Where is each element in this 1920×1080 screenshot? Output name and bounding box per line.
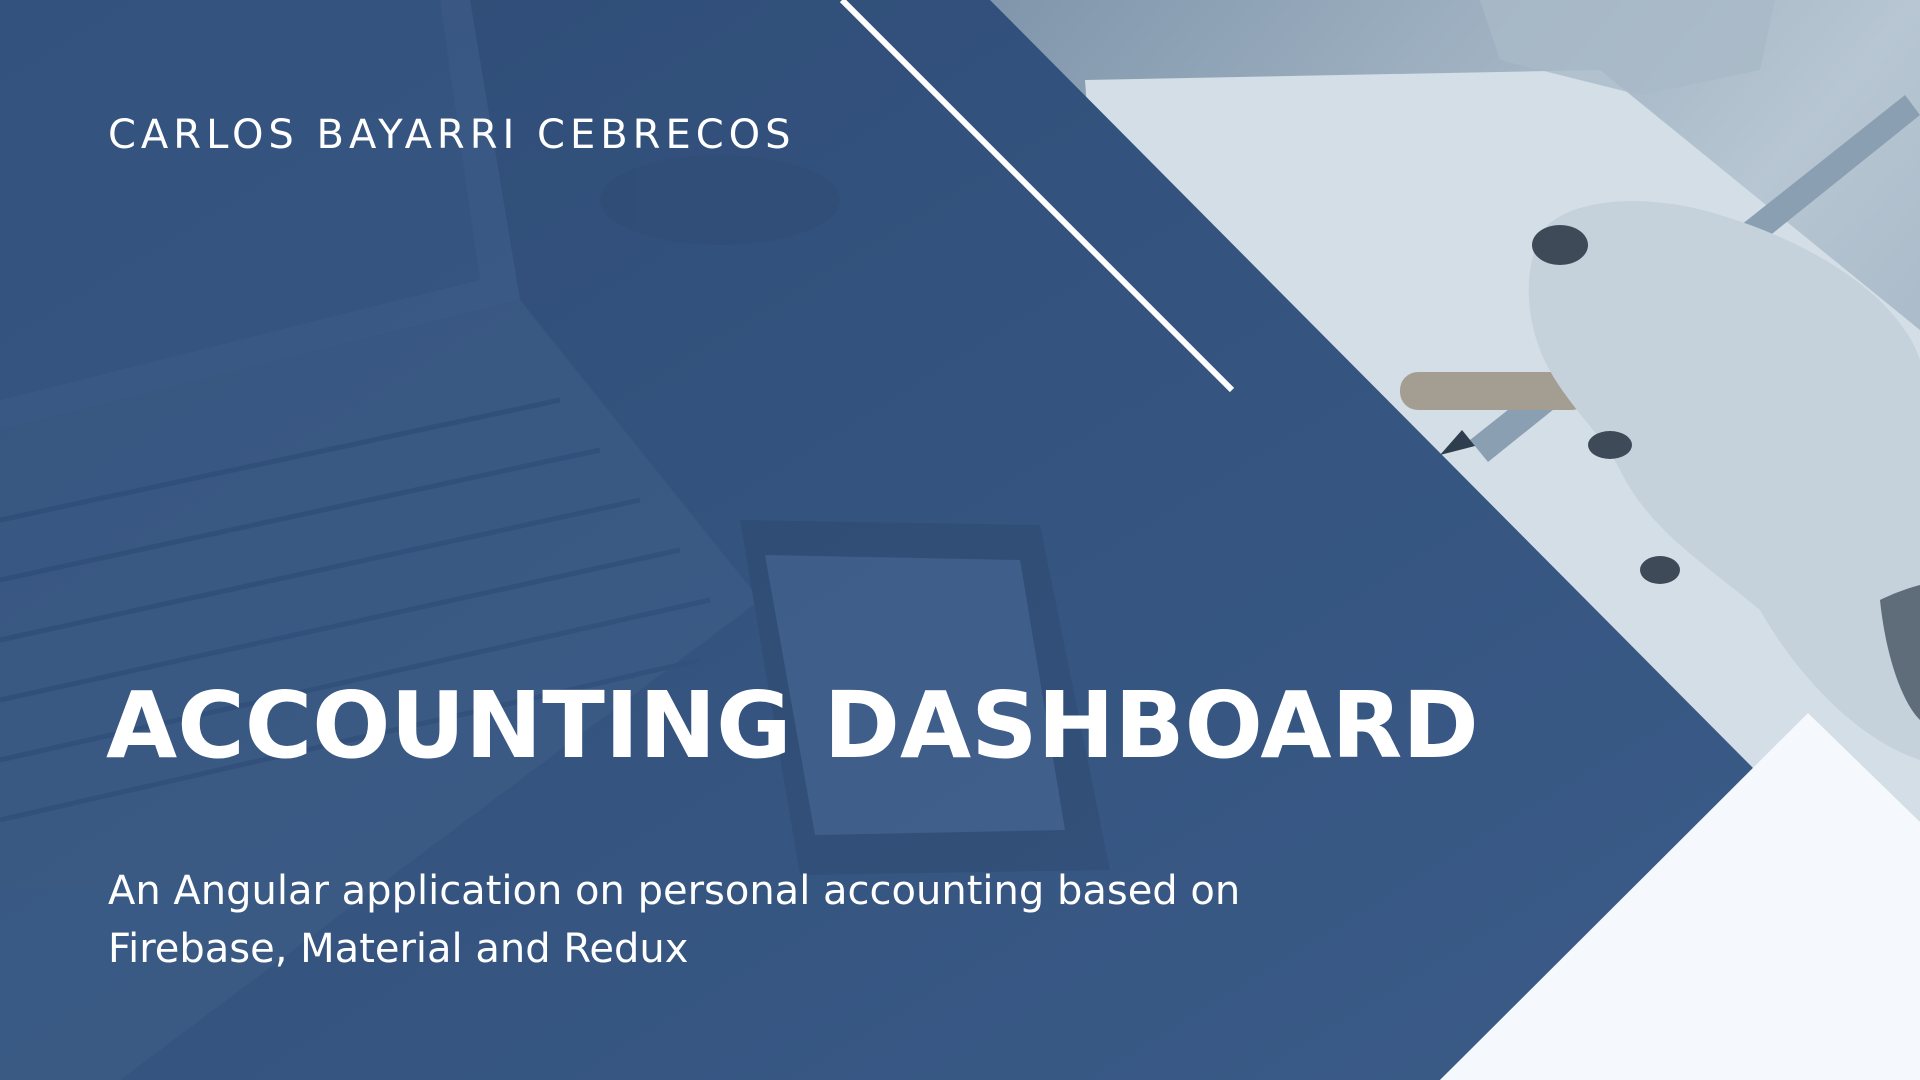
description-line-2: Firebase, Material and Redux [108, 926, 689, 972]
description-line-1: An Angular application on personal accou… [108, 868, 1241, 914]
author-name: CARLOS BAYARRI CEBRECOS [108, 112, 796, 158]
page-title: ACCOUNTING DASHBOARD [106, 672, 1479, 779]
project-banner: CARLOS BAYARRI CEBRECOS ACCOUNTING DASHB… [0, 0, 1920, 1080]
project-description: An Angular application on personal accou… [108, 862, 1508, 978]
